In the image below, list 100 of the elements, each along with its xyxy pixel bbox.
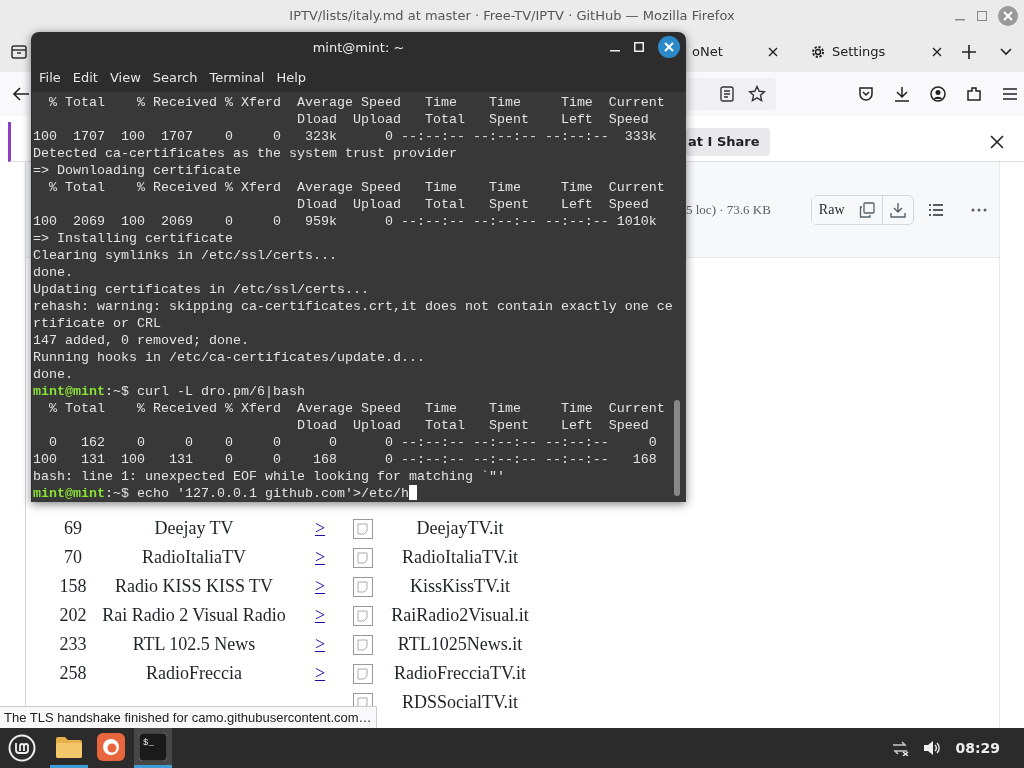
table-cell-text: 233 <box>58 633 88 656</box>
terminal-line: Dload Upload Total Spent Left Speed <box>295 196 650 213</box>
menu-item[interactable]: View <box>103 68 147 88</box>
extensions-icon[interactable] <box>966 86 982 102</box>
terminal-line: 0 162 0 0 0 0 0 0 --:--:-- --:--:-- --:--:-- 0 <box>48 434 658 451</box>
file-info: 5 loc) · 73.6 KB <box>686 200 771 219</box>
table-cell-text: RadioFreccia <box>145 662 243 685</box>
prompt-user: mint@mint <box>33 486 105 501</box>
star-icon[interactable] <box>748 85 766 103</box>
terminal-line: 147 added, 0 removed; done. <box>32 332 250 349</box>
download-icon <box>889 201 906 218</box>
prompt-user: mint@mint <box>33 384 105 399</box>
command-text: curl -L dro.pm/6|bash <box>137 384 305 399</box>
terminal-line: => Downloading certificate <box>32 162 242 179</box>
terminal-line: % Total % Received % Xferd Average Speed Time Time Time Current <box>48 179 666 196</box>
browser-tab[interactable]: oNet <box>690 35 794 69</box>
terminal-line: 100 1707 100 1707 0 0 323k 0 --:--:-- --:--:-- --:--:-- 333k <box>32 128 658 145</box>
terminal-line: done. <box>32 264 74 281</box>
broken-image-icon <box>352 576 373 597</box>
window-title: IPTV/lists/italy.md at master · Free-TV/IPTV · GitHub — Mozilla Firefox <box>289 7 735 26</box>
folder-icon <box>55 734 83 759</box>
table-cell-text: RDSSocialTV.it <box>400 691 520 714</box>
download-icon[interactable] <box>894 86 910 102</box>
terminal-line: % Total % Received % Xferd Average Speed Time Time Time Current <box>48 94 666 111</box>
broken-image-icon <box>352 547 373 568</box>
broken-image-icon <box>352 518 373 539</box>
link[interactable]: > <box>314 515 326 542</box>
terminal-line: done. <box>32 366 74 383</box>
menu-item[interactable]: File <box>33 68 67 88</box>
broken-image-icon <box>352 605 373 626</box>
terminal-line: Running hooks in /etc/ca-certificates/update.d... <box>32 349 426 366</box>
clock[interactable]: 08:29 <box>955 737 1000 759</box>
more-options-icon[interactable] <box>971 207 987 212</box>
network-icon[interactable] <box>891 740 910 756</box>
menu-item[interactable]: Search <box>146 68 204 88</box>
command-text: echo '127.0.0.1 github.com'>/etc/h <box>137 486 409 501</box>
table-cell-text: 258 <box>58 662 88 685</box>
table-cell-text: DeejayTV.it <box>415 517 505 540</box>
terminal-line: Clearing symlinks in /etc/ssl/certs... <box>32 247 338 264</box>
table-cell-text: RaiRadio2Visual.it <box>390 604 530 627</box>
new-tab-icon[interactable] <box>962 45 976 59</box>
link[interactable]: > <box>314 573 326 600</box>
terminal-line: rehash: warning: skipping ca-certificates.crt,it does not contain exactly one ce <box>32 298 674 315</box>
window-title: mint@mint: ~ <box>312 39 405 58</box>
table-cell-text: RadioItaliaTV <box>141 546 247 569</box>
table-cell-text: RadioItaliaTV.it <box>400 546 520 569</box>
link[interactable]: > <box>314 631 326 658</box>
terminal-line: Dload Upload Total Spent Left Speed <box>295 111 650 128</box>
copy-icon <box>858 201 875 218</box>
terminal-line: Updating certificates in /etc/ssl/certs... <box>32 281 370 298</box>
menu-icon[interactable] <box>1002 87 1018 101</box>
browser-tab[interactable]: Settings <box>802 35 948 69</box>
reader-view-icon[interactable] <box>720 86 734 102</box>
menu-item[interactable]: Edit <box>66 68 104 88</box>
terminal-icon: $_ <box>139 732 167 761</box>
prompt-path: :~$ <box>105 384 129 399</box>
terminal-line: bash: line 1: unexpected EOF while looking for matching `"' <box>32 468 506 485</box>
terminal-line: 100 131 100 131 0 0 168 0 --:--:-- --:--:-- --:--:-- 168 <box>32 451 658 468</box>
table-cell-text: RadioFrecciaTV.it <box>392 662 528 685</box>
broken-image-icon <box>352 634 373 655</box>
link[interactable]: > <box>314 544 326 571</box>
account-icon[interactable] <box>930 86 946 102</box>
back-icon[interactable] <box>12 86 30 102</box>
scrollbar[interactable] <box>674 400 680 496</box>
terminal-line: => Installing certificate <box>32 230 234 247</box>
table-cell-text: 158 <box>58 575 88 598</box>
taskbar-app[interactable]: $_ <box>134 728 172 768</box>
link[interactable]: > <box>314 660 326 687</box>
table-cell-text: Rai Radio 2 Visual Radio <box>101 604 287 627</box>
terminal-line: rtificate or CRL <box>32 315 162 332</box>
menu-item[interactable]: Terminal <box>203 68 271 88</box>
table-cell-text: Deejay TV <box>153 517 235 540</box>
close-icon[interactable] <box>658 36 680 58</box>
close-tab-icon[interactable] <box>932 47 942 57</box>
broken-image-icon <box>352 663 373 684</box>
volume-icon[interactable] <box>923 740 942 756</box>
terminal-line: Dload Upload Total Spent Left Speed <box>295 417 650 434</box>
address-bar[interactable] <box>688 78 776 110</box>
close-icon[interactable] <box>990 134 1004 149</box>
terminal-line: Detected ca-certificates as the system trust provider <box>32 145 458 162</box>
close-tab-icon[interactable] <box>768 47 778 57</box>
status-tooltip: The TLS handshake finished for camo.githubusercontent.com… <box>0 705 377 728</box>
terminal-line: % Total % Received % Xferd Average Speed Time Time Time Current <box>48 400 666 417</box>
browser-icon <box>97 732 125 761</box>
chevron-icon[interactable] <box>1000 48 1012 56</box>
table-cell-text: RTL 102.5 News <box>131 633 257 656</box>
menu-logo-icon[interactable] <box>8 734 36 762</box>
outline-icon[interactable] <box>927 202 944 217</box>
gear-icon <box>810 44 826 60</box>
menu-item[interactable]: Help <box>270 68 313 88</box>
table-cell-text: 70 <box>63 546 83 569</box>
share-button[interactable]: at I Share <box>686 127 770 156</box>
pocket-icon[interactable] <box>858 86 874 102</box>
table-cell-text: 202 <box>58 604 88 627</box>
link[interactable]: > <box>314 602 326 629</box>
terminal-line: 100 2069 100 2069 0 0 959k 0 --:--:-- --:--:-- --:--:-- 1010k <box>32 213 658 230</box>
tab-list-icon[interactable] <box>11 44 27 60</box>
prompt-path: :~$ <box>105 486 129 501</box>
table-cell-text: KissKissTV.it <box>408 575 512 598</box>
table-cell-text: Radio KISS KISS TV <box>113 575 275 598</box>
